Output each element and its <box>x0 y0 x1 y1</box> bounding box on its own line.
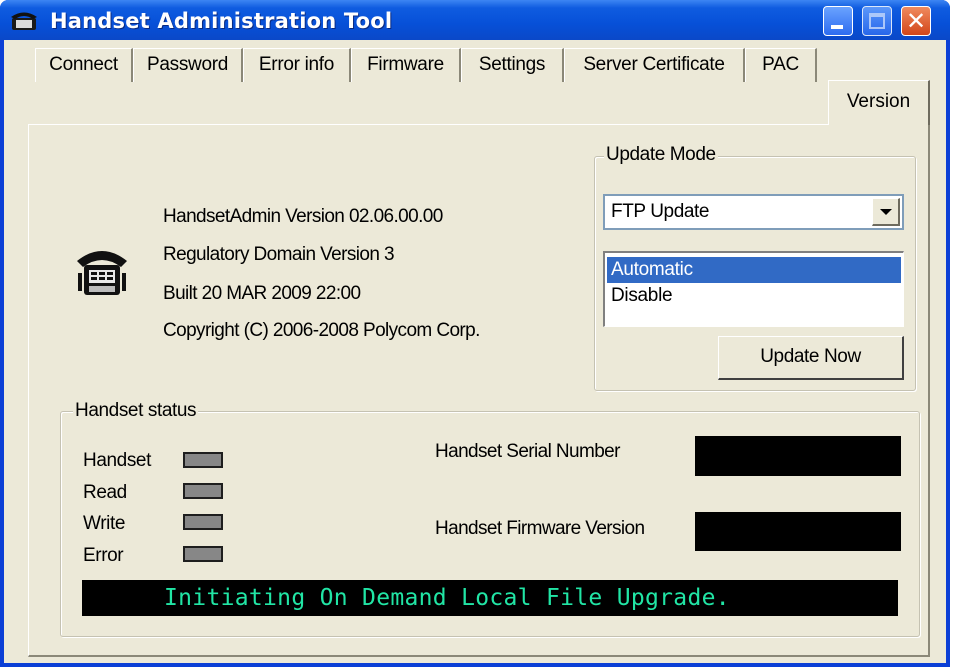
dropdown-button[interactable] <box>872 198 900 226</box>
tab-password[interactable]: Password <box>133 48 243 82</box>
tab-version[interactable]: Version <box>828 80 930 125</box>
error-indicator-label: Error <box>83 545 124 566</box>
tab-error-info[interactable]: Error info <box>243 48 351 82</box>
app-version-text: HandsetAdmin Version 02.06.00.00 <box>163 206 443 227</box>
update-now-button[interactable]: Update Now <box>718 336 904 380</box>
tab-settings[interactable]: Settings <box>461 48 564 82</box>
error-indicator-led <box>183 546 223 562</box>
tab-connect[interactable]: Connect <box>35 48 133 82</box>
handset-indicator-label: Handset <box>83 450 151 471</box>
read-indicator-label: Read <box>83 482 127 503</box>
tab-server-certificate[interactable]: Server Certificate <box>564 48 745 82</box>
minimize-button[interactable] <box>823 6 853 36</box>
close-button[interactable]: ✕ <box>901 6 931 36</box>
write-indicator-led <box>183 514 223 530</box>
regulatory-domain-text: Regulatory Domain Version 3 <box>163 244 395 265</box>
telephone-app-icon <box>11 12 37 30</box>
list-item-automatic[interactable]: Automatic <box>607 257 901 283</box>
close-icon: ✕ <box>906 7 927 35</box>
list-item-disable[interactable]: Disable <box>607 283 901 309</box>
maximize-icon <box>869 13 885 29</box>
build-date-text: Built 20 MAR 2009 22:00 <box>163 283 361 304</box>
status-message-display: Initiating On Demand Local File Upgrade. <box>82 580 898 616</box>
chevron-down-icon <box>880 209 892 215</box>
read-indicator-led <box>183 483 223 499</box>
update-option-list[interactable]: Automatic Disable <box>603 251 904 327</box>
tab-firmware[interactable]: Firmware <box>351 48 461 82</box>
window-title: Handset Administration Tool <box>50 9 393 33</box>
maximize-button[interactable] <box>862 6 892 36</box>
update-mode-select[interactable]: FTP Update <box>603 194 904 230</box>
handset-status-legend: Handset status <box>73 400 199 422</box>
title-bar[interactable]: Handset Administration Tool ✕ <box>0 0 950 40</box>
serial-number-field <box>695 436 901 476</box>
serial-number-label: Handset Serial Number <box>435 441 620 462</box>
minimize-icon <box>831 25 843 29</box>
update-mode-legend: Update Mode <box>604 144 718 166</box>
tab-pac[interactable]: PAC <box>745 48 817 82</box>
firmware-version-field <box>695 512 901 551</box>
handset-indicator-led <box>183 452 223 468</box>
copyright-text: Copyright (C) 2006-2008 Polycom Corp. <box>163 320 480 341</box>
write-indicator-label: Write <box>83 513 125 534</box>
firmware-version-label: Handset Firmware Version <box>435 518 645 539</box>
update-mode-selected-value: FTP Update <box>611 201 710 222</box>
telephone-icon <box>77 251 127 295</box>
